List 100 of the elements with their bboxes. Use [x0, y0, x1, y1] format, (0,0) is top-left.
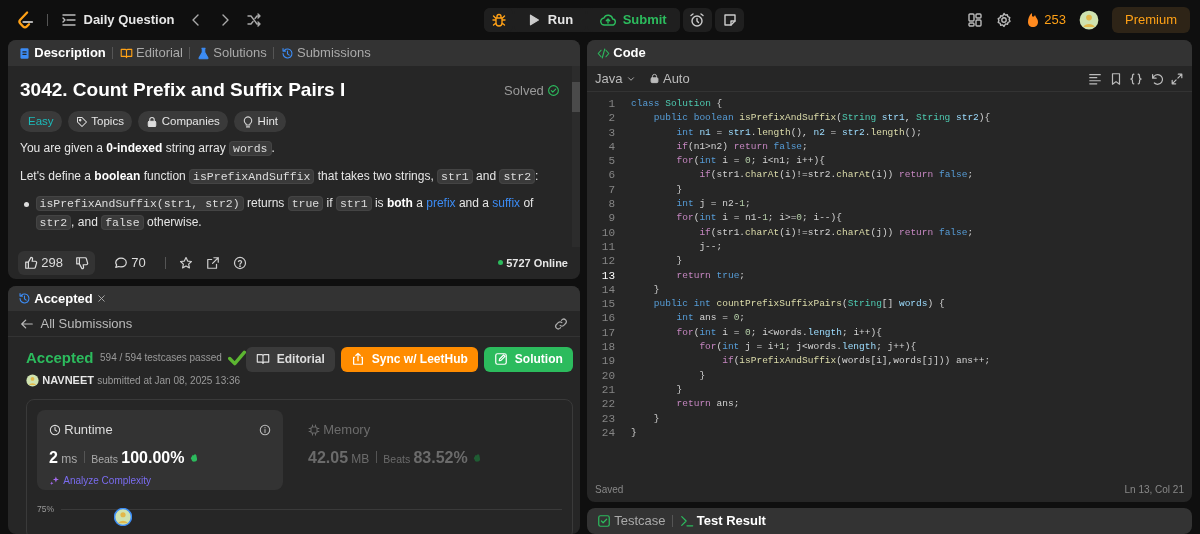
- tag-button[interactable]: Topics: [68, 111, 132, 133]
- line-number: 3: [607, 125, 615, 140]
- settings-icon[interactable]: [996, 12, 1013, 28]
- tab[interactable]: Accepted: [18, 288, 93, 309]
- link[interactable]: prefix: [426, 196, 456, 211]
- code-line: }: [675, 254, 684, 269]
- code-line: }: [652, 411, 661, 426]
- line-number: 19: [600, 354, 615, 369]
- line-number: 2: [607, 111, 615, 126]
- avatar-icon[interactable]: [1079, 10, 1099, 30]
- star-icon[interactable]: [178, 256, 193, 270]
- tab[interactable]: Submissions: [280, 43, 371, 63]
- checkbox-icon: [597, 514, 611, 528]
- premium-button[interactable]: Premium: [1112, 7, 1190, 33]
- line-number: 8: [607, 197, 615, 212]
- line-number: 5: [607, 154, 615, 169]
- comments-button[interactable]: 70: [107, 252, 152, 274]
- language-dropdown[interactable]: Java: [595, 68, 636, 89]
- streak-count: 253: [1044, 11, 1066, 30]
- line-number: 11: [600, 239, 615, 255]
- code-line: }: [631, 425, 638, 440]
- avatar-icon: [26, 374, 39, 388]
- tab[interactable]: Code: [597, 43, 646, 63]
- tab[interactable]: Editorial: [119, 43, 183, 63]
- shuffle-icon[interactable]: [245, 12, 262, 28]
- line-number: 1: [607, 97, 615, 112]
- scrollbar[interactable]: [572, 66, 580, 247]
- code-line: if(n1>n2) return false;: [675, 139, 809, 154]
- editorial-button[interactable]: Editorial: [246, 346, 335, 372]
- line-number: 9: [607, 211, 615, 226]
- code-line: for(int i = 0; i<n1; i++){: [675, 154, 826, 169]
- line-number: 18: [600, 340, 615, 355]
- sparkle-icon: [49, 475, 60, 487]
- beats-label: Beats: [383, 452, 411, 467]
- link[interactable]: suffix: [492, 196, 521, 211]
- tag-button[interactable]: Companies: [138, 111, 228, 133]
- book-icon: [119, 46, 133, 60]
- notes-button[interactable]: [715, 8, 745, 32]
- tag-icon: [76, 115, 89, 128]
- bullet-text: isPrefixAndSuffix(str1, str2) returns true if str1 is both a prefix and a suffix of str2 , and false otherwise.: [35, 194, 561, 232]
- tab[interactable]: Test Result: [679, 511, 766, 531]
- saved-status: Saved: [595, 482, 624, 497]
- share-icon[interactable]: [205, 256, 220, 270]
- line-number: 13: [600, 268, 615, 283]
- back-arrow-icon: [20, 316, 34, 331]
- code-line: return ans;: [675, 397, 741, 412]
- comment-icon: [113, 256, 128, 270]
- braces-icon[interactable]: [1129, 71, 1143, 86]
- flask-icon: [197, 46, 210, 60]
- layout-icon[interactable]: [967, 12, 984, 28]
- line-number: 7: [607, 182, 615, 198]
- solved-status: Solved: [504, 81, 544, 100]
- close-icon[interactable]: [96, 293, 108, 305]
- line-number: 24: [600, 425, 615, 441]
- stat-title: Memory: [323, 421, 371, 439]
- line-number: 4: [607, 139, 615, 155]
- stat-tile[interactable]: Runtime 2 ms Beats 100.00% Analyze Complexity: [37, 410, 283, 490]
- thumbs-up-icon: [24, 256, 38, 270]
- line-number: 14: [600, 282, 615, 298]
- code-icon: [597, 46, 610, 60]
- back-link[interactable]: All Submissions: [20, 313, 133, 334]
- cloud-upload-icon: [600, 12, 617, 28]
- mode-label: Auto: [662, 69, 690, 88]
- clock-icon: [49, 423, 61, 436]
- code-line: int j = n2-1;: [675, 197, 752, 212]
- undo-icon[interactable]: [1149, 71, 1164, 86]
- list-icon[interactable]: [61, 12, 77, 28]
- difficulty-label: Easy: [20, 111, 62, 133]
- document-icon: [18, 46, 31, 60]
- online-count: 5727 Online: [506, 255, 568, 271]
- code-line: return true;: [675, 268, 747, 283]
- tab[interactable]: Description: [18, 43, 106, 63]
- thumbs-down-icon: [74, 256, 89, 270]
- username[interactable]: NAVNEET: [42, 372, 94, 389]
- expand-icon[interactable]: [1170, 71, 1184, 86]
- line-number: 23: [600, 411, 615, 426]
- alarm-clock-icon: [689, 12, 706, 28]
- timer-button[interactable]: [682, 8, 712, 32]
- code-line: for(int i = 0; i<words.length; i++){: [675, 325, 883, 340]
- format-icon[interactable]: [1088, 71, 1102, 86]
- help-icon[interactable]: [232, 256, 247, 270]
- history-icon: [280, 46, 294, 60]
- bug-icon: [490, 12, 507, 28]
- note-icon: [721, 12, 738, 28]
- link-icon[interactable]: [554, 316, 568, 331]
- history-icon: [18, 292, 31, 306]
- line-number: 22: [600, 397, 615, 412]
- tab[interactable]: Testcase: [597, 511, 666, 531]
- tab[interactable]: Solutions: [197, 43, 267, 63]
- code-line: class Solution {: [631, 97, 724, 111]
- code-line: int ans = 0;: [675, 311, 747, 326]
- terminal-icon: [679, 514, 694, 528]
- tag-button[interactable]: Hint: [234, 111, 287, 133]
- line-number: 12: [600, 254, 615, 269]
- code-line: if(str1.charAt(i)!=str2.charAt(j)) return false;: [698, 225, 975, 240]
- code-line: }: [675, 182, 684, 197]
- line-number: 16: [600, 311, 615, 326]
- bullet-icon: [24, 202, 29, 208]
- info-icon[interactable]: [259, 423, 271, 436]
- daily-question-link[interactable]: Daily Question: [83, 10, 175, 30]
